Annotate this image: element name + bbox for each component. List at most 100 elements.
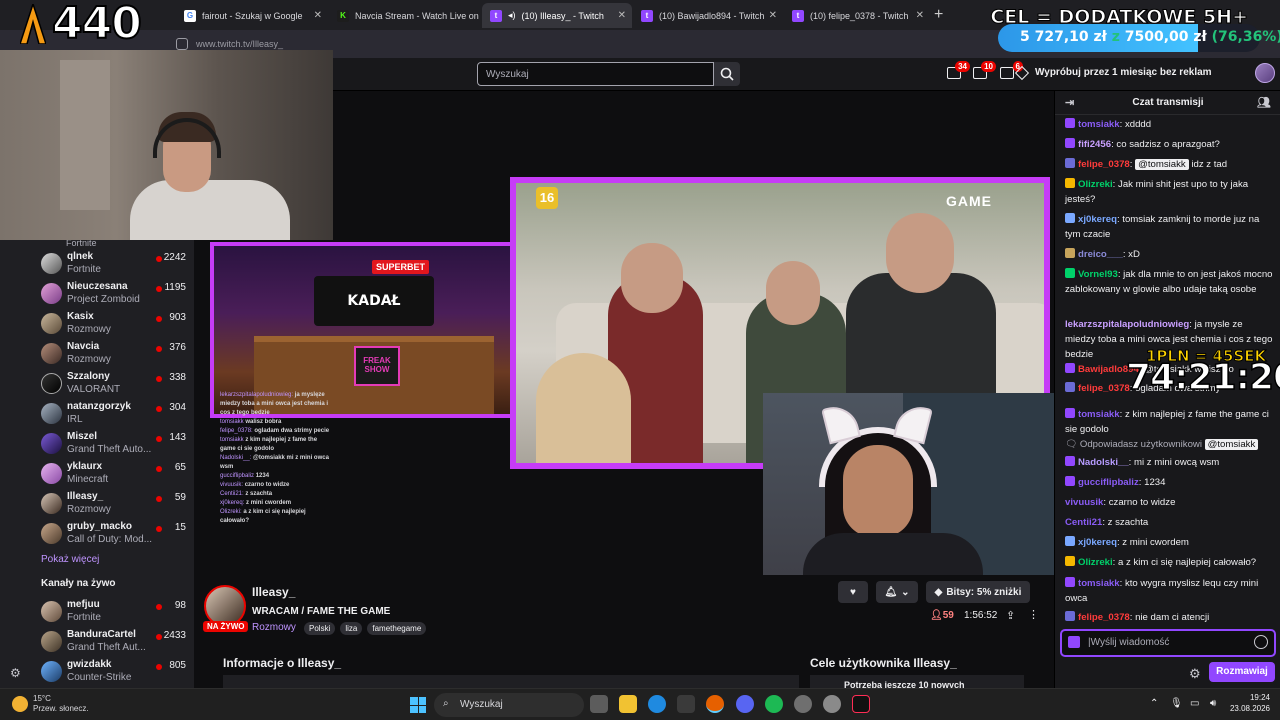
follow-button[interactable]: ♥ bbox=[838, 581, 868, 603]
stream-category[interactable]: Rozmowy bbox=[252, 622, 296, 633]
chat-message[interactable]: fifi2456: co sadzisz o aprazgoat? bbox=[1065, 137, 1275, 152]
network-icon[interactable]: ▭ bbox=[1190, 698, 1199, 709]
turbo-promo-button[interactable]: Wypróbuj przez 1 miesiąc bez reklam bbox=[1014, 65, 1212, 80]
settings-icon[interactable] bbox=[823, 695, 841, 713]
chat-message[interactable]: felipe_0378: @tomsiakk idz z tad bbox=[1065, 157, 1275, 172]
chat-message[interactable]: Centii21: z szachta bbox=[1065, 515, 1275, 530]
chat-message[interactable]: tomsiakk: kto wygra myslisz lequ czy min… bbox=[1065, 576, 1275, 606]
start-button[interactable] bbox=[410, 697, 426, 713]
chat-message[interactable]: gucciflipbaliz: 1234 bbox=[1065, 475, 1275, 490]
mic-icon[interactable]: 🎙︎ bbox=[1170, 698, 1183, 709]
chat-username[interactable]: xj0kereq bbox=[1078, 214, 1117, 225]
sidebar-channel[interactable]: gwizdakk Counter-Strike 805 bbox=[0, 656, 194, 686]
chat-message[interactable]: Olizreki: a z kim ci się najlepiej całow… bbox=[1065, 555, 1275, 570]
share-icon[interactable]: ⇪ bbox=[1006, 609, 1015, 622]
tray-chevron-icon[interactable]: ⌃ bbox=[1150, 698, 1158, 709]
chat-username[interactable]: felipe_0378 bbox=[1078, 159, 1130, 170]
sidebar-channel[interactable]: qlnek Fortnite 2242 bbox=[0, 248, 194, 278]
browser-tab-twitch[interactable]: t (10) Bawijadlo894 - Twitch ✕ bbox=[633, 3, 783, 28]
user-avatar[interactable] bbox=[1255, 63, 1275, 83]
new-tab-button[interactable]: + bbox=[934, 6, 943, 24]
chat-message[interactable]: vivuusik: czarno to widze bbox=[1065, 495, 1275, 510]
mention[interactable]: @tomsiakk bbox=[1135, 159, 1189, 170]
taskbar-search[interactable]: ⌕ Wyszukaj bbox=[434, 693, 584, 717]
sidebar-channel[interactable]: Navcia Rozmowy 376 bbox=[0, 338, 194, 368]
sidebar-channel[interactable]: Illeasy_ Rozmowy 59 bbox=[0, 488, 194, 518]
chat-username[interactable]: Centii21 bbox=[1065, 517, 1102, 528]
chat-username[interactable]: vivuusik bbox=[1065, 497, 1103, 508]
chat-username[interactable]: gucciflipbaliz bbox=[1078, 477, 1139, 488]
whispers-icon[interactable]: 6 bbox=[1000, 61, 1023, 79]
close-tab-icon[interactable]: ✕ bbox=[618, 10, 626, 21]
drops-icon[interactable]: 10 bbox=[973, 61, 996, 79]
chat-input[interactable]: |Wyślij wiadomość bbox=[1060, 629, 1276, 657]
sidebar-channel[interactable]: Szzalony VALORANT 338 bbox=[0, 368, 194, 398]
mention[interactable]: @tomsiakk bbox=[1204, 439, 1259, 450]
chat-send-button[interactable]: Rozmawiaj bbox=[1209, 662, 1275, 682]
firefox-icon[interactable] bbox=[706, 695, 724, 713]
file-explorer-icon[interactable] bbox=[619, 695, 637, 713]
volume-icon[interactable]: 🔊︎ bbox=[1210, 698, 1216, 709]
chat-message[interactable]: Olizreki: Jak mini shit jest upo to ty j… bbox=[1065, 177, 1275, 207]
tag[interactable]: famethegame bbox=[367, 622, 427, 635]
tag[interactable]: Polski bbox=[304, 622, 336, 635]
streamer-name[interactable]: Illeasy_ bbox=[252, 585, 295, 599]
chat-username[interactable]: felipe_0378 bbox=[1078, 612, 1130, 623]
browser-tab-google[interactable]: G fairout - Szukaj w Google ✕ bbox=[176, 3, 328, 28]
chat-message[interactable]: xj0kereq: z mini cwordem bbox=[1065, 535, 1275, 550]
chat-message[interactable]: Nadolski__: mi z mini owcą wsm bbox=[1065, 455, 1275, 470]
chat-message[interactable]: dreico___: xD bbox=[1065, 247, 1275, 262]
bits-button[interactable]: ◆ Bitsy: 5% zniżki bbox=[926, 581, 1030, 603]
close-tab-icon[interactable]: ✕ bbox=[769, 10, 777, 21]
chat-username[interactable]: xj0kereq bbox=[1078, 537, 1117, 548]
show-more-link[interactable]: Pokaż więcej bbox=[41, 554, 99, 565]
chat-username[interactable]: Vornel93 bbox=[1078, 269, 1118, 280]
collapse-chat-icon[interactable]: ⇥ bbox=[1065, 91, 1074, 115]
sidebar-channel[interactable]: Miszel Grand Theft Auto... 143 bbox=[0, 428, 194, 458]
chat-username[interactable]: tomsiakk bbox=[1078, 409, 1120, 420]
clock[interactable]: 19:24 23.08.2026 bbox=[1230, 692, 1270, 714]
users-icon[interactable]: 👥︎ bbox=[1257, 91, 1271, 115]
task-view-icon[interactable] bbox=[590, 695, 608, 713]
chat-username[interactable]: Nadolski__ bbox=[1078, 457, 1129, 468]
close-tab-icon[interactable]: ✕ bbox=[314, 10, 322, 21]
more-options-icon[interactable]: ⋮ bbox=[1028, 608, 1039, 621]
emote-icon[interactable] bbox=[1254, 635, 1268, 649]
chat-username[interactable]: tomsiakk bbox=[1078, 119, 1120, 130]
close-tab-icon[interactable]: ✕ bbox=[916, 10, 924, 21]
terminal-icon[interactable] bbox=[677, 695, 695, 713]
settings-gear-icon[interactable]: ⚙ bbox=[10, 666, 21, 680]
tag[interactable]: liza bbox=[340, 622, 363, 635]
chat-username[interactable]: Olizreki bbox=[1078, 179, 1113, 190]
chat-message[interactable]: tomsiakk: xdddd bbox=[1065, 117, 1275, 132]
chat-username[interactable]: dreico___ bbox=[1078, 249, 1123, 260]
obs-icon[interactable] bbox=[794, 695, 812, 713]
notifications-button[interactable]: 🔔︎ ⌄ bbox=[876, 581, 918, 603]
chat-username[interactable]: Olizreki bbox=[1078, 557, 1113, 568]
spotify-icon[interactable] bbox=[765, 695, 783, 713]
inbox-icon[interactable]: 34 bbox=[947, 61, 970, 79]
chat-message[interactable]: felipe_0378: nie dam ci atencji bbox=[1065, 610, 1275, 625]
sidebar-channel[interactable]: mefjuu Fortnite 98 bbox=[0, 596, 194, 626]
sidebar-channel[interactable]: yklaurx Minecraft 65 bbox=[0, 458, 194, 488]
browser-tab-twitch[interactable]: t (10) felipe_0378 - Twitch ✕ bbox=[784, 3, 930, 28]
chat-username[interactable]: fifi2456 bbox=[1078, 139, 1111, 150]
chat-username[interactable]: lekarzszpitalapoludniowieg bbox=[1065, 319, 1189, 330]
tiktok-icon[interactable] bbox=[852, 695, 870, 713]
chat-username[interactable]: tomsiakk bbox=[1078, 578, 1120, 589]
chat-message[interactable]: Vornel93: jak dla mnie to on jest jakoś … bbox=[1065, 267, 1275, 297]
chat-settings-icon[interactable]: ⚙ bbox=[1189, 666, 1201, 682]
sidebar-channel[interactable]: BanduraCartel Grand Theft Aut... 2433 bbox=[0, 626, 194, 656]
edge-icon[interactable] bbox=[648, 695, 666, 713]
chat-message[interactable]: xj0kereq: tomsiak zamknij to morde juz n… bbox=[1065, 212, 1275, 242]
sidebar-channel[interactable]: Kasix Rozmowy 903 bbox=[0, 308, 194, 338]
chat-username[interactable]: felipe_0378 bbox=[1078, 383, 1130, 394]
browser-tab-kick[interactable]: K Navcia Stream - Watch Live on bbox=[329, 3, 481, 28]
sidebar-channel[interactable]: natanzgorzyk IRL 304 bbox=[0, 398, 194, 428]
sidebar-channel[interactable]: gruby_macko Call of Duty: Mod... 15 bbox=[0, 518, 194, 548]
chat-message[interactable]: 🗨︎ Odpowiadasz użytkownikowi @tomsiakk bbox=[1065, 437, 1275, 452]
chat-message[interactable]: tomsiakk: z kim najlepiej z fame the gam… bbox=[1065, 407, 1275, 437]
discord-icon[interactable] bbox=[736, 695, 754, 713]
browser-tab-twitch-active[interactable]: t ◂) (10) Illeasy_ - Twitch ✕ bbox=[482, 3, 632, 28]
search-input[interactable]: Wyszukaj bbox=[477, 62, 714, 86]
